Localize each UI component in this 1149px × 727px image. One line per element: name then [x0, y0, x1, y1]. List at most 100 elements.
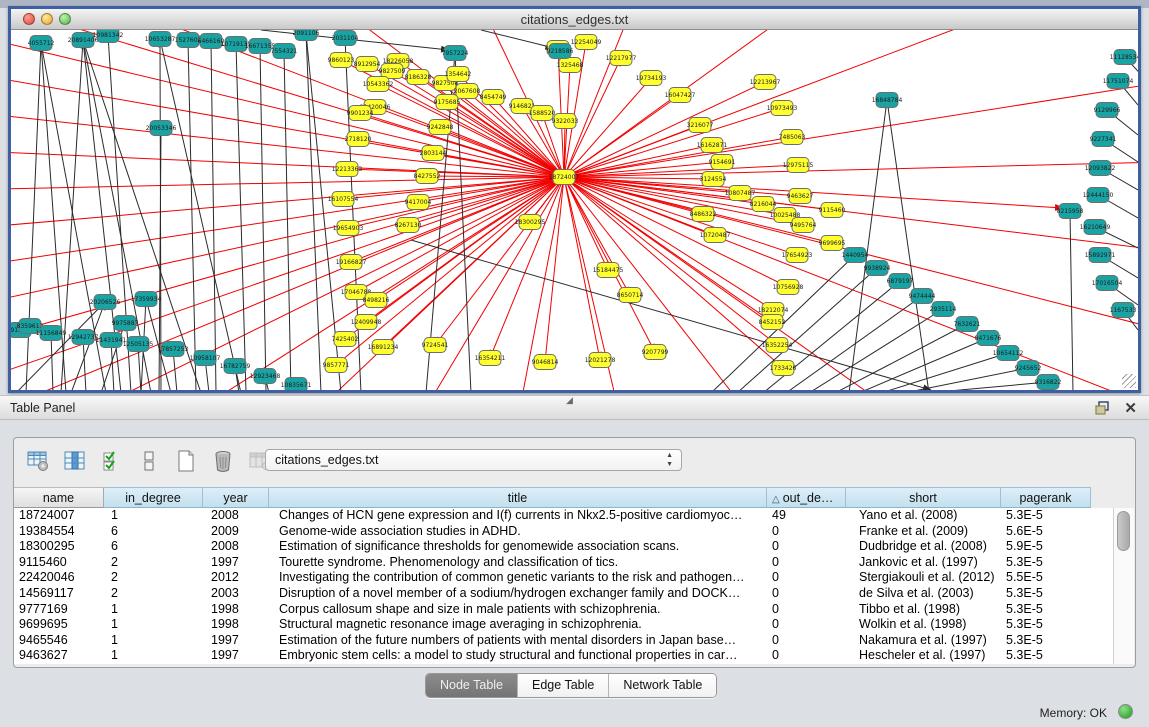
- svg-text:7485063: 7485063: [779, 134, 806, 141]
- delete-table-icon[interactable]: [210, 448, 236, 474]
- column-header-short[interactable]: short: [846, 487, 1001, 508]
- cell-out_de: 0: [767, 617, 846, 633]
- table-row[interactable]: 1830029562008Estimation of significance …: [14, 539, 1114, 555]
- svg-text:12213363: 12213363: [332, 166, 363, 173]
- svg-text:9218586: 9218586: [547, 48, 574, 55]
- svg-text:2935114: 2935114: [930, 306, 957, 313]
- svg-text:6879197: 6879197: [887, 278, 914, 285]
- svg-text:8216044: 8216044: [750, 201, 777, 208]
- column-header-in_degree[interactable]: in_degree: [104, 487, 203, 508]
- cell-pagerank: 5.3E-5: [1001, 508, 1091, 524]
- svg-text:9857771: 9857771: [323, 362, 350, 369]
- sort-ascending-icon: △: [772, 494, 780, 505]
- cell-out_de: 0: [767, 602, 846, 618]
- tab-network-table[interactable]: Network Table: [609, 674, 716, 697]
- column-header-pagerank[interactable]: pagerank: [1001, 487, 1091, 508]
- cell-title: Corpus callosum shape and size in male p…: [269, 602, 767, 618]
- svg-text:12975115: 12975115: [783, 162, 814, 169]
- svg-text:18212074: 18212074: [758, 307, 789, 314]
- table-row[interactable]: 1872400712008Changes of HCN gene express…: [14, 508, 1114, 524]
- cell-year: 1998: [203, 617, 269, 633]
- svg-text:9242848: 9242848: [427, 124, 454, 131]
- cell-out_de: 0: [767, 648, 846, 664]
- column-header-title[interactable]: title: [269, 487, 767, 508]
- scrollbar-thumb[interactable]: [1117, 511, 1130, 551]
- vertical-scrollbar[interactable]: [1113, 508, 1134, 664]
- svg-text:9227341: 9227341: [1090, 136, 1117, 143]
- svg-text:19734193: 19734193: [636, 75, 667, 82]
- table-row[interactable]: 946554611997Estimation of the future num…: [14, 633, 1114, 649]
- svg-text:9129966: 9129966: [1094, 107, 1121, 114]
- cell-out_de: 0: [767, 539, 846, 555]
- cell-year: 1997: [203, 648, 269, 664]
- cell-year: 1998: [203, 602, 269, 618]
- network-window-title: citations_edges.txt: [11, 12, 1138, 27]
- table-row[interactable]: 2242004622012Investigating the contribut…: [14, 570, 1114, 586]
- svg-text:1167533: 1167533: [1110, 307, 1137, 314]
- svg-text:8359612: 8359612: [17, 323, 44, 330]
- svg-text:8912954: 8912954: [354, 61, 381, 68]
- select-rows-icon[interactable]: [99, 448, 125, 474]
- cell-name: 9463627: [14, 648, 104, 664]
- float-window-icon[interactable]: [1095, 401, 1111, 415]
- cell-pagerank: 5.3E-5: [1001, 617, 1091, 633]
- memory-status-indicator[interactable]: [1118, 704, 1133, 719]
- table-header-row: namein_degreeyeartitle△out_de…shortpager…: [14, 487, 1091, 508]
- svg-text:9975887: 9975887: [112, 320, 139, 327]
- cell-in_degree: 2: [104, 555, 203, 571]
- column-header-out_de[interactable]: △out_de…: [767, 487, 846, 508]
- svg-text:8267130: 8267130: [395, 222, 422, 229]
- cell-short: de Silva et al. (2003): [846, 586, 1001, 602]
- svg-text:8454749: 8454749: [480, 94, 507, 101]
- svg-text:12093822: 12093822: [1085, 165, 1116, 172]
- table-row[interactable]: 911546021997Tourette syndrome. Phenomeno…: [14, 555, 1114, 571]
- cell-short: Stergiakouli et al. (2012): [846, 570, 1001, 586]
- svg-text:12505135: 12505135: [123, 341, 154, 348]
- network-window-titlebar[interactable]: citations_edges.txt: [11, 9, 1138, 30]
- close-panel-icon[interactable]: ✕: [1124, 399, 1137, 417]
- splitter-grip-icon[interactable]: ◢: [566, 397, 578, 403]
- show-column-icon[interactable]: [62, 448, 88, 474]
- table-settings-icon[interactable]: [25, 448, 51, 474]
- column-header-year[interactable]: year: [203, 487, 269, 508]
- table-body: 1872400712008Changes of HCN gene express…: [14, 508, 1115, 664]
- svg-text:18724007: 18724007: [549, 174, 580, 181]
- table-row[interactable]: 977716911998Corpus callosum shape and si…: [14, 602, 1114, 618]
- svg-text:10653287: 10653287: [145, 36, 176, 43]
- svg-text:10720487: 10720487: [700, 232, 731, 239]
- network-canvas[interactable]: 9860123891295418226058982750910543362818…: [11, 30, 1138, 390]
- cell-title: Estimation of significance thresholds fo…: [269, 539, 767, 555]
- cell-pagerank: 5.9E-5: [1001, 539, 1091, 555]
- cell-in_degree: 1: [104, 617, 203, 633]
- tab-edge-table[interactable]: Edge Table: [518, 674, 609, 697]
- svg-text:7632621: 7632621: [954, 321, 981, 328]
- svg-text:1325468: 1325468: [557, 62, 584, 69]
- table-row[interactable]: 1938455462009Genome-wide association stu…: [14, 524, 1114, 540]
- cell-out_de: 0: [767, 586, 846, 602]
- cell-year: 2008: [203, 508, 269, 524]
- table-row[interactable]: 969969511998Structural magnetic resonanc…: [14, 617, 1114, 633]
- svg-text:18300295: 18300295: [515, 219, 546, 226]
- cell-in_degree: 2: [104, 586, 203, 602]
- cell-name: 18724007: [14, 508, 104, 524]
- table-chooser-dropdown[interactable]: citations_edges.txt ▲▼: [265, 449, 682, 471]
- cell-name: 14569117: [14, 586, 104, 602]
- cell-in_degree: 1: [104, 508, 203, 524]
- svg-text:8452152: 8452152: [759, 319, 786, 326]
- cell-pagerank: 5.6E-5: [1001, 524, 1091, 540]
- svg-text:17654923: 17654923: [782, 252, 813, 259]
- column-header-name[interactable]: name: [14, 487, 104, 508]
- svg-text:12923468: 12923468: [250, 373, 281, 380]
- svg-text:9417004: 9417004: [405, 199, 432, 206]
- svg-text:7554321: 7554321: [271, 48, 298, 55]
- svg-text:8486322: 8486322: [690, 211, 717, 218]
- svg-text:8498216: 8498216: [363, 297, 390, 304]
- tab-node-table[interactable]: Node Table: [426, 674, 518, 697]
- cell-short: Hescheler et al. (1997): [846, 648, 1001, 664]
- resize-grip-icon[interactable]: [1122, 374, 1136, 388]
- memory-status-label: Memory: OK: [1040, 706, 1107, 720]
- new-table-icon[interactable]: [173, 448, 199, 474]
- table-row[interactable]: 946362711997Embryonic stem cells: a mode…: [14, 648, 1114, 664]
- rows-icon[interactable]: [136, 448, 162, 474]
- table-row[interactable]: 1456911722003Disruption of a novel membe…: [14, 586, 1114, 602]
